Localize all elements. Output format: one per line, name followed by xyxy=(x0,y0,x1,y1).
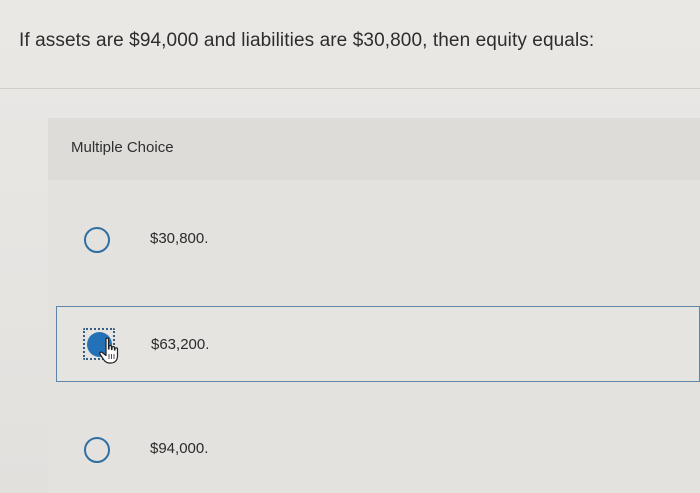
option-c[interactable]: $94,000. xyxy=(56,413,700,487)
option-label: $30,800. xyxy=(150,230,209,247)
option-label: $94,000. xyxy=(150,440,209,457)
divider xyxy=(0,88,700,89)
option-label: $63,200. xyxy=(151,336,210,353)
quiz-page: If assets are $94,000 and liabilities ar… xyxy=(0,0,700,493)
radio-button[interactable] xyxy=(84,227,110,253)
question-text: If assets are $94,000 and liabilities ar… xyxy=(19,30,595,51)
option-a[interactable]: $30,800. xyxy=(56,203,700,277)
option-b[interactable]: $63,200. xyxy=(56,306,700,382)
radio-button[interactable] xyxy=(84,437,110,463)
multiple-choice-label: Multiple Choice xyxy=(71,139,174,156)
hand-pointer-icon xyxy=(99,337,119,364)
